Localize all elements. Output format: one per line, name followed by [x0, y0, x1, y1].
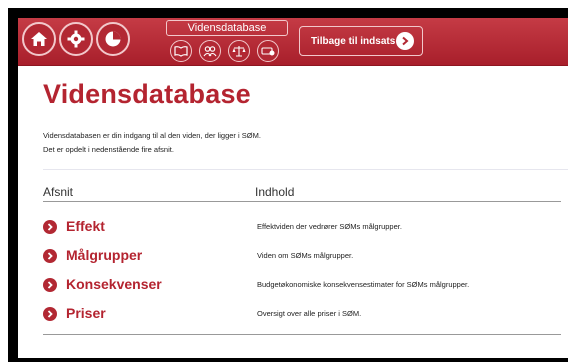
divider	[43, 169, 568, 170]
table-row: Målgrupper Viden om SØMs målgrupper.	[43, 245, 561, 269]
chevron-right-icon	[43, 307, 57, 321]
section-link-maalgrupper[interactable]: Målgrupper	[66, 247, 142, 263]
database-label[interactable]: Vidensdatabase	[166, 20, 288, 36]
people-icon	[203, 46, 217, 57]
gear-icon	[67, 30, 85, 48]
section-description: Oversigt over alle priser i SØM.	[257, 309, 362, 318]
section-link-konsekvenser[interactable]: Konsekvenser	[66, 276, 162, 292]
section-description: Viden om SØMs målgrupper.	[257, 251, 354, 260]
section-link-effekt[interactable]: Effekt	[66, 218, 105, 234]
app-window: Vidensdatabase Tilbage til indsats Viden…	[18, 18, 568, 358]
intro-line-2: Det er opdelt i nedenstående fire afsnit…	[43, 145, 174, 154]
section-link-priser[interactable]: Priser	[66, 305, 106, 321]
top-toolbar: Vidensdatabase Tilbage til indsats	[18, 18, 568, 66]
section-description: Effektviden der vedrører SØMs målgrupper…	[257, 222, 402, 231]
konsekvenser-nav-button[interactable]	[228, 40, 250, 62]
home-button[interactable]	[22, 22, 56, 56]
intro-text: Vidensdatabasen er din indgang til al de…	[43, 129, 261, 157]
column-header-section: Afsnit	[43, 185, 74, 199]
effekt-nav-button[interactable]	[170, 40, 192, 62]
intro-line-1: Vidensdatabasen er din indgang til al de…	[43, 131, 261, 140]
column-header-content: Indhold	[255, 185, 295, 199]
home-icon	[31, 32, 47, 46]
chevron-right-icon	[43, 220, 57, 234]
header-divider	[43, 201, 561, 202]
price-icon	[261, 47, 275, 56]
table-row: Effekt Effektviden der vedrører SØMs mål…	[43, 216, 561, 240]
table-row: Priser Oversigt over alle priser i SØM.	[43, 303, 561, 327]
priser-nav-button[interactable]	[257, 40, 279, 62]
chevron-right-icon	[396, 32, 414, 50]
window-frame: Vidensdatabase Tilbage til indsats Viden…	[8, 8, 568, 362]
section-description: Budgetøkonomiske konsekvensestimater for…	[257, 280, 470, 289]
maalgrupper-nav-button[interactable]	[199, 40, 221, 62]
back-to-intervention-button[interactable]: Tilbage til indsats	[299, 26, 423, 56]
chevron-right-icon	[43, 278, 57, 292]
table-row: Konsekvenser Budgetøkonomiske konsekvens…	[43, 274, 561, 298]
back-button-label: Tilbage til indsats	[311, 35, 396, 47]
pie-chart-icon	[105, 31, 121, 47]
settings-button[interactable]	[59, 22, 93, 56]
chevron-right-icon	[43, 249, 57, 263]
book-icon	[174, 46, 188, 57]
page-title: Vidensdatabase	[43, 79, 251, 109]
overview-button[interactable]	[96, 22, 130, 56]
database-panel: Vidensdatabase	[166, 20, 288, 62]
table-bottom-divider	[43, 334, 561, 335]
scales-icon	[232, 46, 246, 57]
